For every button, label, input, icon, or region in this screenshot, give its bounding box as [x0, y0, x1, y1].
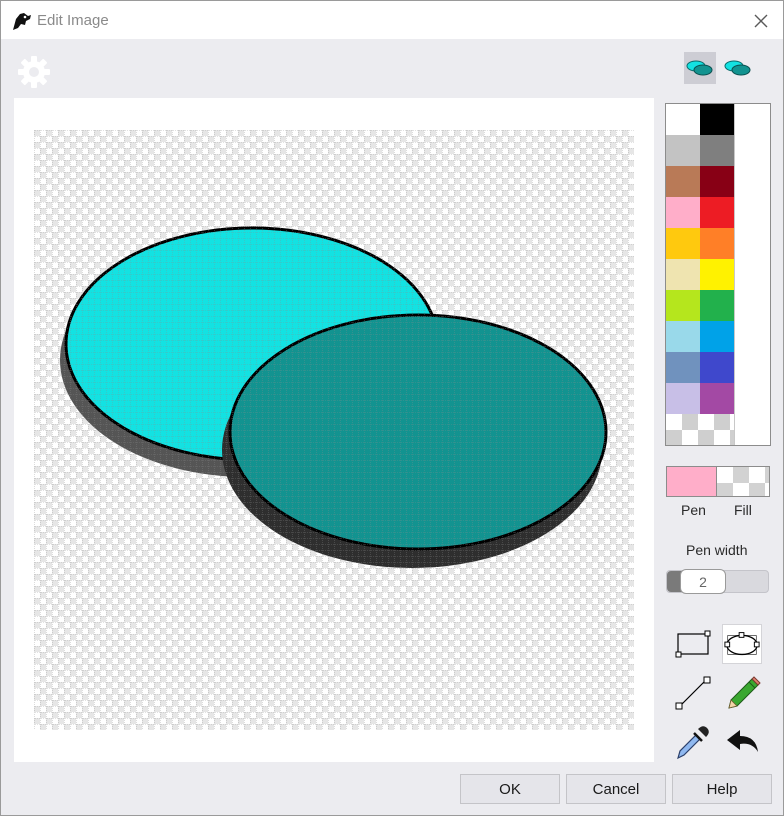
line-tool-icon — [675, 676, 711, 710]
eyedropper-tool-button[interactable] — [673, 722, 713, 762]
swatch-white[interactable] — [666, 104, 700, 135]
swatch-yellow[interactable] — [700, 259, 734, 290]
swatch-gray[interactable] — [700, 135, 734, 166]
ellipse-shape-2[interactable] — [222, 313, 608, 568]
swatch-empty[interactable] — [734, 321, 768, 352]
swatch-dark-red[interactable] — [700, 166, 734, 197]
rectangle-tool-icon — [675, 630, 711, 658]
ellipse-pair-icon — [686, 60, 713, 76]
swatch-brown[interactable] — [666, 166, 700, 197]
help-button[interactable]: Help — [672, 774, 772, 804]
rhino-app-icon — [11, 10, 33, 32]
swatch-red[interactable] — [700, 197, 734, 228]
swatch-transparent[interactable] — [666, 414, 734, 445]
swatch-empty[interactable] — [734, 414, 768, 445]
undo-arrow-icon — [727, 730, 758, 752]
pen-label: Pen — [681, 502, 706, 518]
swatch-lime[interactable] — [666, 290, 700, 321]
swatch-purple[interactable] — [700, 383, 734, 414]
swatch-steel-blue[interactable] — [666, 352, 700, 383]
pencil-icon — [728, 676, 761, 709]
swatch-blue[interactable] — [700, 321, 734, 352]
swatch-light-gray[interactable] — [666, 135, 700, 166]
swatch-empty[interactable] — [734, 104, 768, 135]
fill-color-box[interactable] — [717, 466, 770, 497]
swatch-orange[interactable] — [700, 228, 734, 259]
cancel-button[interactable]: Cancel — [566, 774, 666, 804]
pen-width-value[interactable]: 2 — [680, 569, 726, 594]
swatch-light-blue[interactable] — [666, 321, 700, 352]
line-tool-button[interactable] — [673, 673, 713, 713]
edit-image-dialog: Edit Image Pen Fill Pen width 2 OK Cance… — [0, 0, 784, 816]
window-title: Edit Image — [37, 12, 109, 29]
swatch-empty[interactable] — [734, 228, 768, 259]
swatch-empty[interactable] — [734, 197, 768, 228]
swatch-cream[interactable] — [666, 259, 700, 290]
swatch-empty[interactable] — [734, 383, 768, 414]
swatch-empty[interactable] — [734, 259, 768, 290]
fill-label: Fill — [734, 502, 752, 518]
eyedropper-icon — [677, 726, 709, 760]
swatch-empty[interactable] — [734, 352, 768, 383]
swatch-indigo[interactable] — [700, 352, 734, 383]
drawing-canvas[interactable] — [34, 130, 634, 730]
edit-mode-button-2[interactable] — [722, 52, 754, 84]
swatch-green[interactable] — [700, 290, 734, 321]
swatch-gold[interactable] — [666, 228, 700, 259]
swatch-lavender[interactable] — [666, 383, 700, 414]
swatch-black[interactable] — [700, 104, 734, 135]
undo-button[interactable] — [722, 722, 762, 762]
pen-color-box[interactable] — [666, 466, 717, 497]
color-palette — [665, 103, 771, 446]
title-bar: Edit Image — [1, 1, 783, 39]
swatch-pink[interactable] — [666, 197, 700, 228]
swatch-empty[interactable] — [734, 135, 768, 166]
close-icon — [754, 14, 768, 28]
drawing-canvas-panel — [14, 98, 654, 762]
pen-width-label: Pen width — [686, 542, 748, 558]
swatch-empty[interactable] — [734, 290, 768, 321]
close-button[interactable] — [749, 9, 773, 33]
ok-button[interactable]: OK — [460, 774, 560, 804]
edit-mode-button-1[interactable] — [684, 52, 716, 84]
settings-button[interactable] — [16, 54, 52, 90]
pencil-tool-button[interactable] — [722, 673, 762, 713]
swatch-empty[interactable] — [734, 166, 768, 197]
ellipse-tool-button[interactable] — [722, 624, 762, 664]
gear-icon — [18, 56, 50, 88]
ellipse-pair-icon — [724, 60, 751, 76]
ellipse-tool-icon — [724, 632, 760, 656]
rectangle-tool-button[interactable] — [673, 624, 713, 664]
